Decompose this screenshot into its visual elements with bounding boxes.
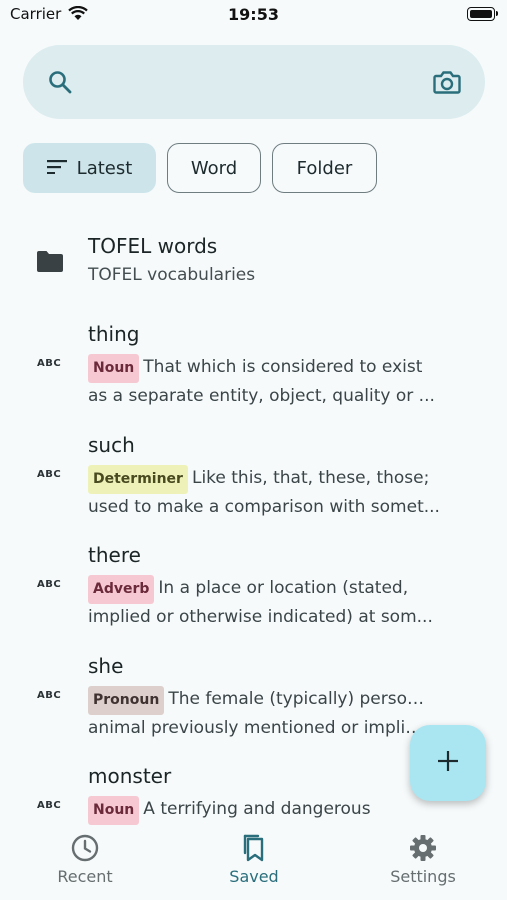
word-title: such: [88, 433, 135, 457]
search-bar[interactable]: [23, 45, 485, 119]
pos-tag: Noun: [88, 354, 140, 383]
search-input[interactable]: [83, 63, 427, 103]
sort-icon: [46, 158, 67, 179]
filter-latest-chip[interactable]: Latest: [23, 143, 156, 193]
status-bar: Carrier 19:53: [0, 0, 507, 30]
abc-icon: ABC: [37, 800, 62, 811]
abc-icon: ABC: [37, 358, 62, 369]
definition-line-2: as a separate entity, object, quality or…: [88, 386, 435, 406]
gear-icon: [363, 833, 483, 863]
word-row[interactable]: ABC there Adverb In a place or location (…: [0, 541, 507, 641]
filter-folder-label: Folder: [296, 157, 353, 179]
nav-settings-label: Settings: [390, 867, 456, 886]
definition-line-2: implied or otherwise indicated) at som..…: [88, 607, 433, 627]
battery-icon: [467, 7, 498, 21]
word-definition: Determiner Like this, that, these, those;…: [88, 465, 468, 521]
folder-subtitle: TOFEL vocabularies: [88, 265, 256, 285]
search-icon[interactable]: [47, 69, 73, 99]
definition-line-1: Like this, that, these, those;: [191, 468, 430, 488]
nav-recent[interactable]: Recent: [25, 833, 145, 886]
pos-tag: Adverb: [88, 575, 155, 604]
word-title: there: [88, 543, 141, 567]
status-time: 19:53: [228, 5, 279, 24]
folder-title: TOFEL words: [88, 234, 218, 258]
word-row[interactable]: ABC such Determiner Like this, that, thes…: [0, 431, 507, 531]
add-button[interactable]: [410, 725, 486, 801]
word-definition: Noun A terrifying and dangerous: [88, 796, 468, 825]
camera-icon[interactable]: [433, 69, 461, 99]
definition-line-1: A terrifying and dangerous: [143, 799, 371, 819]
bottom-nav: Recent Saved Settings: [0, 825, 507, 900]
plus-icon: [437, 750, 459, 776]
abc-icon: ABC: [37, 469, 62, 480]
abc-icon: ABC: [37, 690, 62, 701]
abc-icon: ABC: [37, 579, 62, 590]
folder-row[interactable]: TOFEL words TOFEL vocabularies: [0, 220, 507, 310]
filter-word-chip[interactable]: Word: [167, 143, 261, 193]
definition-line-1: That which is considered to exist: [143, 357, 423, 377]
filter-folder-chip[interactable]: Folder: [272, 143, 377, 193]
word-title: thing: [88, 322, 140, 346]
word-row[interactable]: ABC thing Noun That which is considered t…: [0, 320, 507, 420]
folder-icon: [36, 250, 64, 277]
pos-tag: Pronoun: [88, 686, 165, 715]
word-title: monster: [88, 764, 172, 788]
pos-tag: Determiner: [88, 465, 188, 494]
definition-line-2: used to make a comparison with somet...: [88, 497, 440, 517]
pos-tag: Noun: [88, 796, 140, 825]
filter-latest-label: Latest: [76, 157, 133, 179]
clock-icon: [25, 833, 145, 863]
word-definition: Pronoun The female (typically) person or …: [88, 686, 428, 742]
nav-saved[interactable]: Saved: [194, 833, 314, 886]
nav-recent-label: Recent: [57, 867, 113, 886]
word-title: she: [88, 654, 124, 678]
word-definition: Adverb In a place or location (stated, im…: [88, 575, 468, 631]
nav-settings[interactable]: Settings: [363, 833, 483, 886]
definition-line-1: The female (typically) person or: [168, 689, 428, 709]
bookmarks-icon: [194, 833, 314, 863]
nav-saved-label: Saved: [229, 867, 279, 886]
filter-word-label: Word: [190, 157, 238, 179]
word-definition: Noun That which is considered to exist as…: [88, 354, 468, 410]
definition-line-1: In a place or location (stated,: [158, 578, 409, 598]
definition-line-2: animal previously mentioned or implied..…: [88, 718, 428, 738]
